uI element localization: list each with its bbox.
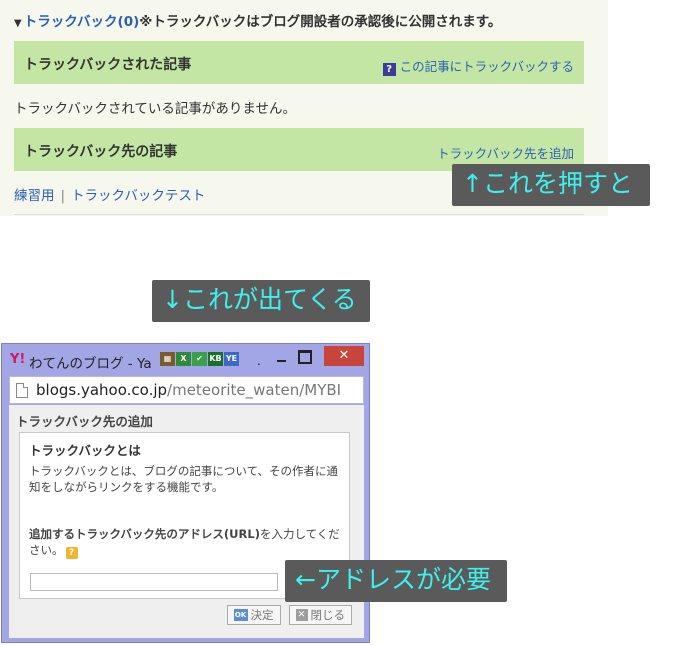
popup-heading: トラックバック先の追加 <box>16 414 153 429</box>
url-domain: blogs.yahoo.co.jp <box>36 381 168 399</box>
ye-icon[interactable]: YE <box>224 352 239 366</box>
trackback-count: (0) <box>117 14 140 30</box>
add-trackback-target-link[interactable]: トラックバック先を追加 <box>437 143 574 162</box>
address-label: 追加するトラックバック先のアドレス(URL)を入力してください。? <box>29 526 349 559</box>
close-icon: ✕ <box>295 609 308 621</box>
yahoo-logo-icon: Y! <box>10 352 26 367</box>
help-title: トラックバックとは <box>29 443 141 458</box>
url-path: /meteorite_waten/MYBI <box>167 381 342 399</box>
ok-button-label: 決定 <box>250 608 274 622</box>
sent-trackback-item[interactable]: 練習用 <box>14 188 55 204</box>
page-icon <box>16 383 28 398</box>
question-icon: ? <box>382 63 396 76</box>
extension-icons: ▦ X ✔ KB YE <box>160 352 239 366</box>
trackback-heading: ▼ トラックバック(0)※トラックバックはブログ開設者の承認後に公開されます。 <box>14 10 501 30</box>
annotation-this-appears: ↓これが出てくる <box>152 280 370 322</box>
popup-button-row: OK 決定 ✕ 閉じる <box>226 605 352 625</box>
popup-titlebar[interactable]: Y! わてんのブログ - Ya ▦ X ✔ KB YE . ✕ <box>2 344 369 374</box>
excel-icon[interactable]: X <box>176 352 191 366</box>
help-question-icon[interactable]: ? <box>65 547 78 559</box>
no-trackbacks-message: トラックバックされている記事がありません。 <box>14 101 297 117</box>
close-window-button[interactable]: ✕ <box>324 346 364 366</box>
address-bar-url: blogs.yahoo.co.jp/meteorite_waten/MYBI <box>36 381 341 399</box>
sent-trackback-item[interactable]: トラックバックテスト <box>71 188 205 204</box>
received-trackbacks-bar: トラックバックされた記事 ? この記事にトラックバックする <box>14 41 584 84</box>
ok-button[interactable]: OK 決定 <box>226 605 281 625</box>
trackback-note: ※トラックバックはブログ開設者の承認後に公開されます。 <box>139 14 502 30</box>
title-ellipsis: . <box>257 354 261 368</box>
sent-trackbacks-title: トラックバック先の記事 <box>24 144 178 160</box>
popup-content: トラックバック先の追加 トラックバックとは トラックバックとは、ブログの記事につ… <box>9 405 364 638</box>
sent-trackback-list: 練習用 | トラックバックテスト <box>14 184 205 204</box>
divider <box>14 214 584 215</box>
minimize-icon[interactable] <box>274 350 290 366</box>
ok-icon: OK <box>233 609 248 621</box>
triangle-down-icon[interactable]: ▼ <box>14 18 22 29</box>
trackback-this-article-link[interactable]: ? この記事にトラックバックする <box>382 56 574 76</box>
trackback-heading-link[interactable]: トラックバック <box>24 14 118 30</box>
close-button-label: 閉じる <box>310 608 346 622</box>
close-button[interactable]: ✕ 閉じる <box>288 605 352 625</box>
annotation-press-this: ↑これを押すと <box>452 164 650 206</box>
annotation-address-needed: ←アドレスが必要 <box>285 560 507 602</box>
trackback-this-article-label: この記事にトラックバックする <box>399 59 574 74</box>
address-bar[interactable]: blogs.yahoo.co.jp/meteorite_waten/MYBI <box>9 376 364 404</box>
maximize-icon[interactable] <box>298 350 312 364</box>
received-trackbacks-title: トラックバックされた記事 <box>24 57 192 73</box>
window-title: わてんのブログ - Ya <box>29 356 152 372</box>
check-icon[interactable]: ✔ <box>192 352 207 366</box>
trackback-url-input[interactable] <box>30 573 278 591</box>
calendar-icon[interactable]: ▦ <box>160 352 175 366</box>
help-description: トラックバックとは、ブログの記事について、その作者に通知をしながらリンクをする機… <box>29 464 339 494</box>
link-separator: | <box>60 188 66 204</box>
address-label-bold: 追加するトラックバック先のアドレス(URL) <box>29 527 260 541</box>
kb-icon[interactable]: KB <box>208 352 223 366</box>
